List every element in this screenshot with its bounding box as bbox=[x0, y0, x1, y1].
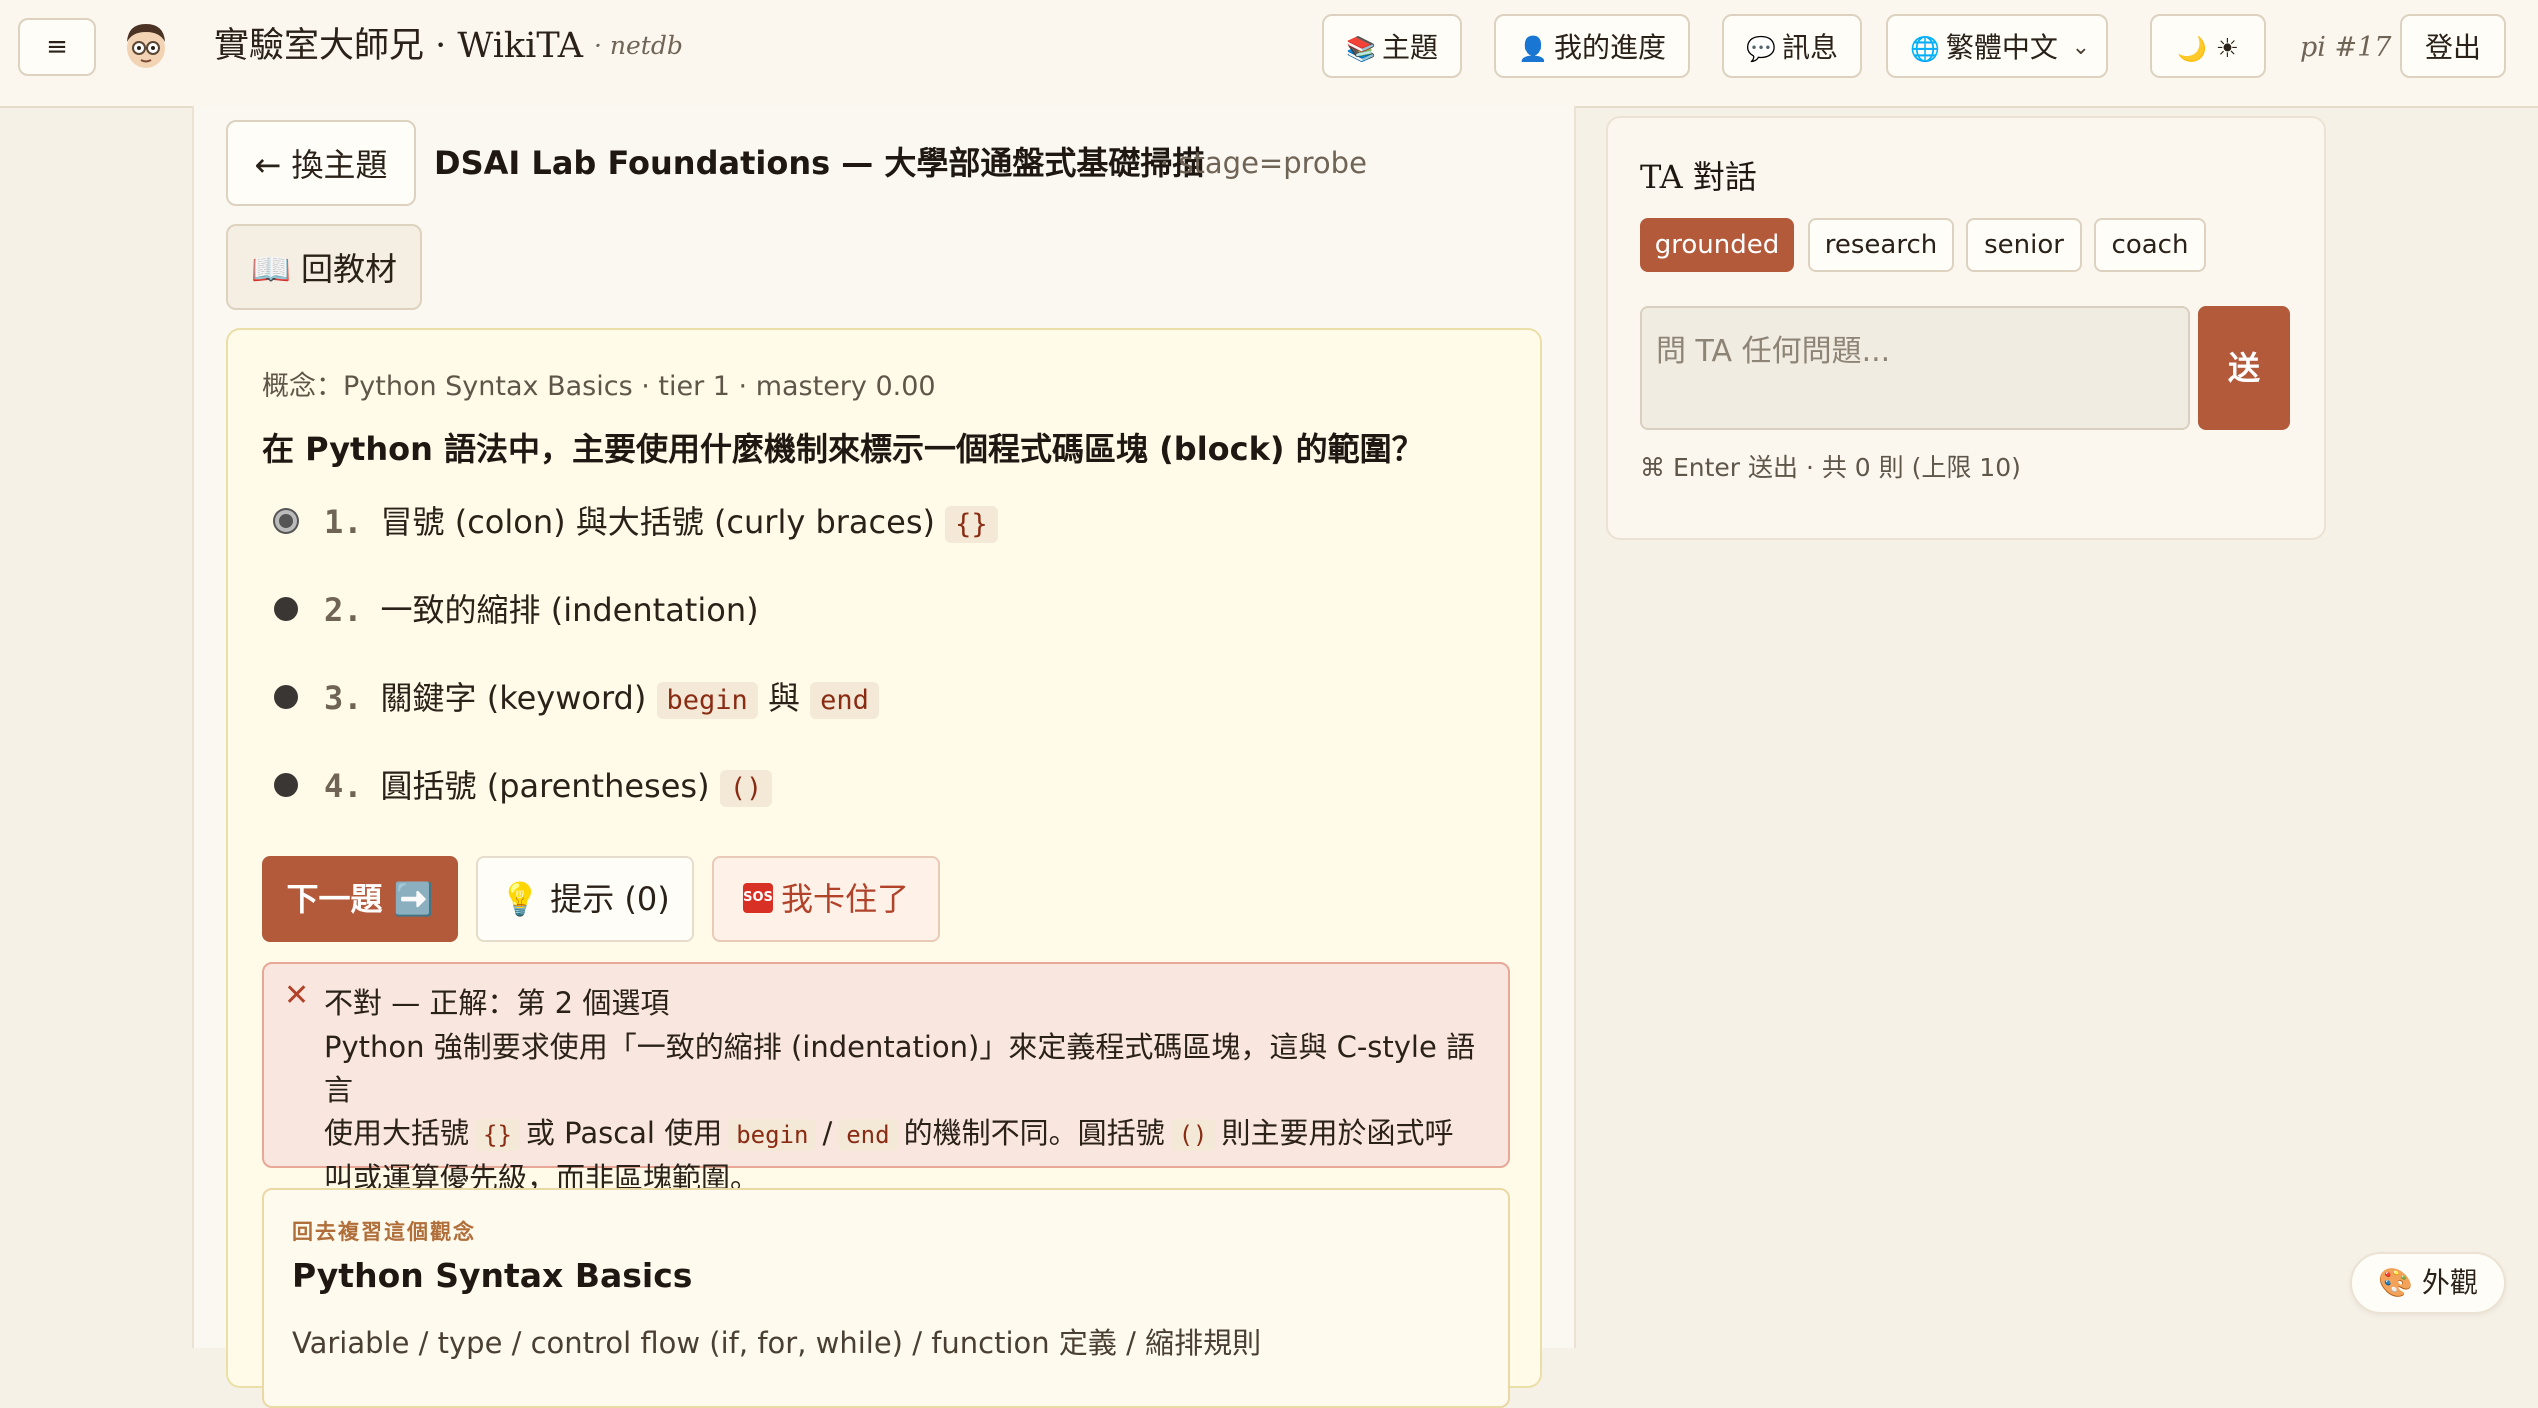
option-text: 冒號 (colon) 與大括號 (curly braces) bbox=[380, 503, 935, 541]
mascot-avatar-icon bbox=[127, 24, 165, 68]
topic-title: DSAI Lab Foundations — 大學部通盤式基礎掃描 bbox=[434, 144, 1205, 182]
quiz-card: 概念：Python Syntax Basics · tier 1 · maste… bbox=[226, 328, 1542, 1408]
feedback-text: 或 Pascal 使用 bbox=[525, 1116, 723, 1150]
sun-icon: ☀ bbox=[2215, 34, 2240, 64]
radio-icon[interactable] bbox=[274, 773, 298, 797]
question-text: 在 Python 語法中，主要使用什麼機制來標示一個程式碼區塊 (block) … bbox=[262, 430, 1424, 468]
nav-progress-label: 我的進度 bbox=[1553, 31, 1666, 64]
palette-icon: 🎨 bbox=[2378, 1266, 2413, 1299]
review-card[interactable]: 回去複習這個觀念 Python Syntax Basics Variable /… bbox=[262, 1188, 1510, 1408]
review-title: Python Syntax Basics bbox=[292, 1256, 693, 1295]
option-text: 圓括號 (parentheses) bbox=[380, 767, 710, 805]
nav-topics-label: 主題 bbox=[1381, 31, 1438, 64]
user-icon: 👤 bbox=[1518, 35, 1548, 63]
ta-input-hint: ⌘ Enter 送出 · 共 0 則 (上限 10) bbox=[1640, 453, 2021, 482]
appearance-button[interactable]: 🎨 外觀 bbox=[2350, 1252, 2506, 1314]
logout-button[interactable]: 登出 bbox=[2400, 14, 2506, 78]
next-question-button[interactable]: 下一題 ➡️ bbox=[262, 856, 458, 942]
nav-topics-button[interactable]: 📚 主題 bbox=[1322, 14, 1462, 78]
feedback-text: 的機制不同。圓括號 bbox=[903, 1116, 1165, 1150]
option-2[interactable]: 2. 一致的縮排 (indentation) bbox=[274, 580, 759, 640]
brand-title[interactable]: 實驗室大師兄 · WikiTA bbox=[214, 20, 583, 72]
radio-icon[interactable] bbox=[274, 597, 298, 621]
option-3[interactable]: 3. 關鍵字 (keyword) begin 與 end bbox=[274, 668, 879, 728]
globe-icon: 🌐 bbox=[1910, 35, 1940, 63]
option-text: 關鍵字 (keyword) bbox=[380, 679, 647, 717]
review-description: Variable / type / control flow (if, for,… bbox=[292, 1326, 1262, 1360]
feedback-text: / bbox=[822, 1116, 833, 1150]
option-number: 3. bbox=[324, 679, 363, 717]
topic-stage: · stage=probe bbox=[1160, 146, 1367, 180]
mode-tab-senior[interactable]: senior bbox=[1966, 218, 2082, 272]
brand-subtitle: · netdb bbox=[594, 31, 683, 60]
language-select[interactable]: 🌐 繁體中文 ⌄ bbox=[1886, 14, 2108, 78]
stuck-button[interactable]: SOS 我卡住了 bbox=[712, 856, 940, 942]
appearance-label: 外觀 bbox=[2421, 1266, 2478, 1299]
option-code: {} bbox=[945, 506, 998, 543]
hint-button[interactable]: 💡 提示 (0) bbox=[476, 856, 694, 942]
option-code: end bbox=[810, 682, 879, 719]
pi-tag: pi #17 bbox=[2300, 32, 2392, 63]
feedback-line: 使用大括號{} 或 Pascal 使用 begin / end 的機制不同。圓括號() 則主… bbox=[324, 1112, 1494, 1157]
radio-selected-icon[interactable] bbox=[275, 510, 297, 532]
inline-code: begin bbox=[728, 1119, 817, 1151]
option-text: 與 bbox=[767, 679, 800, 717]
option-number: 4. bbox=[324, 767, 363, 805]
menu-button[interactable]: ≡ bbox=[18, 18, 96, 76]
change-topic-button[interactable]: ← 換主題 bbox=[226, 120, 416, 206]
mode-tab-coach[interactable]: coach bbox=[2094, 218, 2206, 272]
feedback-title: 不對 — 正解：第 2 個選項 bbox=[324, 986, 670, 1020]
close-x-icon: ✕ bbox=[284, 978, 310, 1013]
speech-bubble-icon: 💬 bbox=[1746, 35, 1776, 63]
feedback-text: 使用大括號 bbox=[324, 1116, 470, 1150]
stuck-label: 我卡住了 bbox=[780, 880, 909, 918]
option-1[interactable]: 1. 冒號 (colon) 與大括號 (curly braces) {} bbox=[274, 492, 998, 552]
nav-progress-button[interactable]: 👤 我的進度 bbox=[1494, 14, 1690, 78]
chevron-down-icon: ⌄ bbox=[2071, 35, 2090, 60]
language-select-value: 繁體中文 bbox=[1945, 31, 2058, 64]
option-4[interactable]: 4. 圓括號 (parentheses) () bbox=[274, 756, 773, 816]
feedback-line: Python 強制要求使用「一致的縮排 (indentation)」來定義程式碼… bbox=[324, 1030, 1476, 1107]
inline-code: () bbox=[1170, 1119, 1216, 1151]
feedback-explanation: Python 強制要求使用「一致的縮排 (indentation)」來定義程式碼… bbox=[324, 1026, 1494, 1200]
main-column: ← 換主題 DSAI Lab Foundations — 大學部通盤式基礎掃描 … bbox=[192, 106, 1576, 1408]
concept-meta: 概念：Python Syntax Basics · tier 1 · maste… bbox=[262, 371, 936, 402]
option-text: 一致的縮排 (indentation) bbox=[380, 591, 759, 629]
ta-question-input[interactable] bbox=[1640, 306, 2190, 430]
send-button[interactable]: 送 bbox=[2198, 306, 2290, 430]
nav-messages-button[interactable]: 💬 訊息 bbox=[1722, 14, 1862, 78]
inline-code: end bbox=[838, 1119, 898, 1151]
option-number: 2. bbox=[324, 591, 363, 629]
option-code: begin bbox=[656, 682, 758, 719]
option-number: 1. bbox=[324, 503, 363, 541]
sos-icon: SOS bbox=[742, 883, 773, 913]
hamburger-icon: ≡ bbox=[46, 32, 68, 62]
nav-messages-label: 訊息 bbox=[1781, 31, 1838, 64]
feedback-text: 則主要用於函式呼 bbox=[1221, 1116, 1454, 1150]
review-kicker: 回去複習這個觀念 bbox=[292, 1220, 476, 1244]
radio-icon[interactable] bbox=[274, 685, 298, 709]
option-code: () bbox=[719, 770, 773, 807]
mode-tab-research[interactable]: research bbox=[1808, 218, 1954, 272]
feedback-box: ✕ 不對 — 正解：第 2 個選項 Python 強制要求使用「一致的縮排 (i… bbox=[262, 962, 1510, 1195]
books-icon: 📚 bbox=[1346, 35, 1376, 63]
theme-toggle[interactable]: 🌙 ☀ bbox=[2150, 14, 2266, 78]
back-to-material-button[interactable]: 📖 回教材 bbox=[226, 224, 422, 310]
ta-panel-title: TA 對話 bbox=[1640, 158, 1757, 196]
inline-code: {} bbox=[475, 1119, 520, 1151]
top-bar: ≡ 實驗室大師兄 · WikiTA · netdb 📚 主題 👤 我的進度 💬 訊息 … bbox=[0, 0, 2538, 108]
mode-tab-grounded[interactable]: grounded bbox=[1640, 218, 1794, 272]
logout-label: 登出 bbox=[2424, 31, 2481, 64]
ta-chat-panel: TA 對話 grounded research senior coach 送 ⌘… bbox=[1606, 116, 2326, 540]
moon-icon: 🌙 bbox=[2176, 35, 2207, 63]
